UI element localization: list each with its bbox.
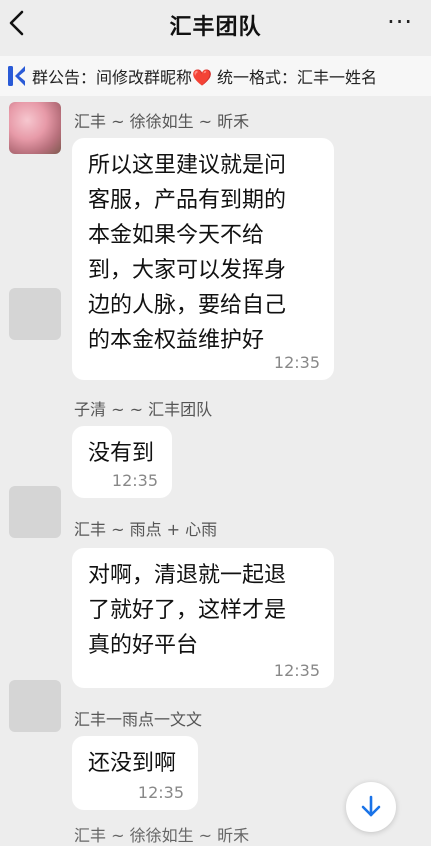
announcement-icon — [8, 66, 25, 86]
message-bubble[interactable]: 所以这里建议就是问 客服，产品有到期的 本金如果今天不给 到，大家可以发挥身 边… — [72, 138, 334, 380]
message-sender: 汇丰 ~ 雨点 + 心雨 — [74, 520, 218, 539]
chat-title: 汇丰团队 — [169, 15, 262, 40]
avatar[interactable] — [9, 102, 61, 154]
message-text: 对啊，清退就一起退 了就好了，这样才是 真的好平台 — [88, 563, 287, 658]
message-bubble[interactable]: 对啊，清退就一起退 了就好了，这样才是 真的好平台 12:35 — [72, 548, 334, 688]
chat-header: 汇丰团队 ··· — [0, 0, 431, 50]
avatar[interactable] — [9, 486, 61, 538]
message-time: 12:35 — [273, 661, 320, 680]
message-sender-partial: 汇丰 ~ 徐徐如生 ~ 昕禾 — [74, 826, 250, 845]
message-sender: 汇丰一雨点一文文 — [74, 710, 203, 729]
more-options-icon[interactable]: ··· — [387, 8, 413, 36]
avatar[interactable] — [9, 680, 61, 732]
message-time: 12:35 — [273, 353, 320, 372]
message-text: 还没到啊 — [88, 751, 177, 776]
back-arrow-icon[interactable] — [4, 6, 34, 40]
message-time: 12:35 — [111, 471, 158, 490]
avatar[interactable] — [9, 288, 61, 340]
message-text: 所以这里建议就是问 客服，产品有到期的 本金如果今天不给 到，大家可以发挥身 边… — [88, 153, 287, 353]
message-text: 没有到 — [88, 441, 155, 466]
message-sender: 汇丰 ~ 徐徐如生 ~ 昕禾 — [74, 112, 250, 131]
message-time: 12:35 — [137, 783, 184, 802]
announcement-text: 群公告：间修改群昵称❤️ 统一格式：汇丰一姓名 — [32, 68, 378, 87]
message-list[interactable]: 汇丰 ~ 徐徐如生 ~ 昕禾 所以这里建议就是问 客服，产品有到期的 本金如果今… — [0, 96, 431, 834]
message-bubble[interactable]: 没有到 12:35 — [72, 426, 172, 498]
group-announcement-bar[interactable]: 群公告：间修改群昵称❤️ 统一格式：汇丰一姓名 — [0, 56, 431, 96]
scroll-to-bottom-button[interactable] — [346, 782, 396, 832]
arrow-down-icon — [361, 795, 381, 817]
message-bubble[interactable]: 还没到啊 12:35 — [72, 736, 198, 810]
message-sender: 子清 ~ ~ 汇丰团队 — [74, 400, 213, 419]
heart-icon: ❤️ — [192, 68, 212, 87]
